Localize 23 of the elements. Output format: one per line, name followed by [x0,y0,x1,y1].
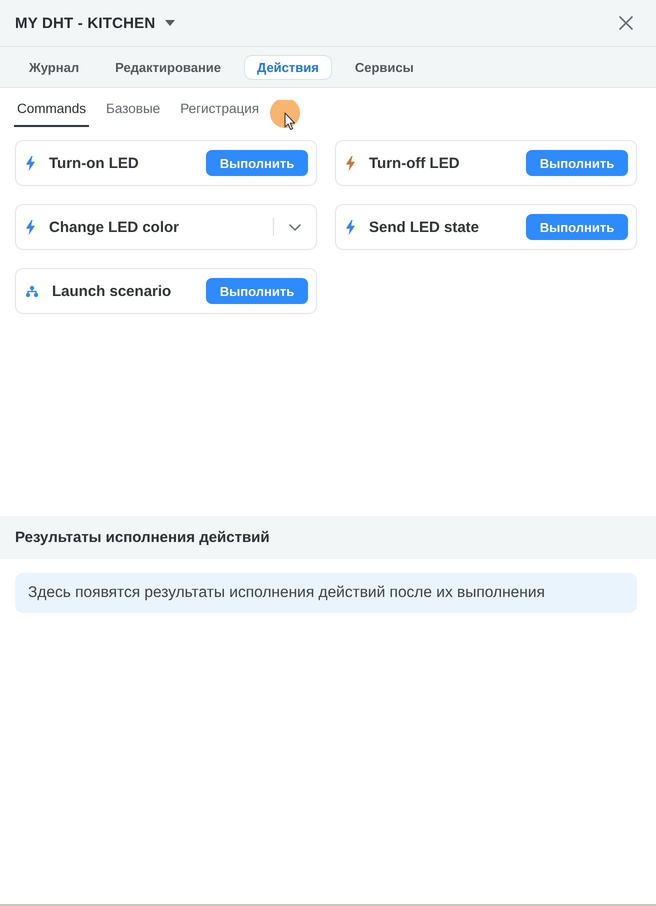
tab[interactable]: Действия [244,54,332,80]
command-name: Turn-off LED [369,154,461,172]
subtab[interactable]: Commands [14,88,90,127]
command-name: Launch scenario [52,282,172,300]
close-icon[interactable] [619,16,633,30]
command-name: Change LED color [49,218,180,236]
subtab[interactable]: Базовые [103,88,164,127]
subtab[interactable]: Регистрация [177,88,262,127]
run-button[interactable]: Выполнить [206,278,308,304]
mouse-pointer-icon [270,100,302,132]
tab[interactable]: Сервисы [342,54,427,80]
run-button[interactable]: Выполнить [526,214,628,240]
device-title: MY DHT - KITCHEN [15,14,156,32]
caret-down-icon[interactable] [165,20,176,26]
command-name: Turn-on LED [49,154,140,172]
run-button[interactable]: Выполнить [526,150,628,176]
tab[interactable]: Журнал [16,54,92,80]
tab[interactable]: Редактирование [102,54,234,80]
chevron-icon [288,224,300,230]
command-name: Send LED state [369,218,480,236]
results-title: Результаты исполнения действий [15,529,270,546]
run-button[interactable]: Выполнить [206,150,308,176]
info-message: Здесь появятся результаты исполнения действий после их выполнения [15,573,637,613]
